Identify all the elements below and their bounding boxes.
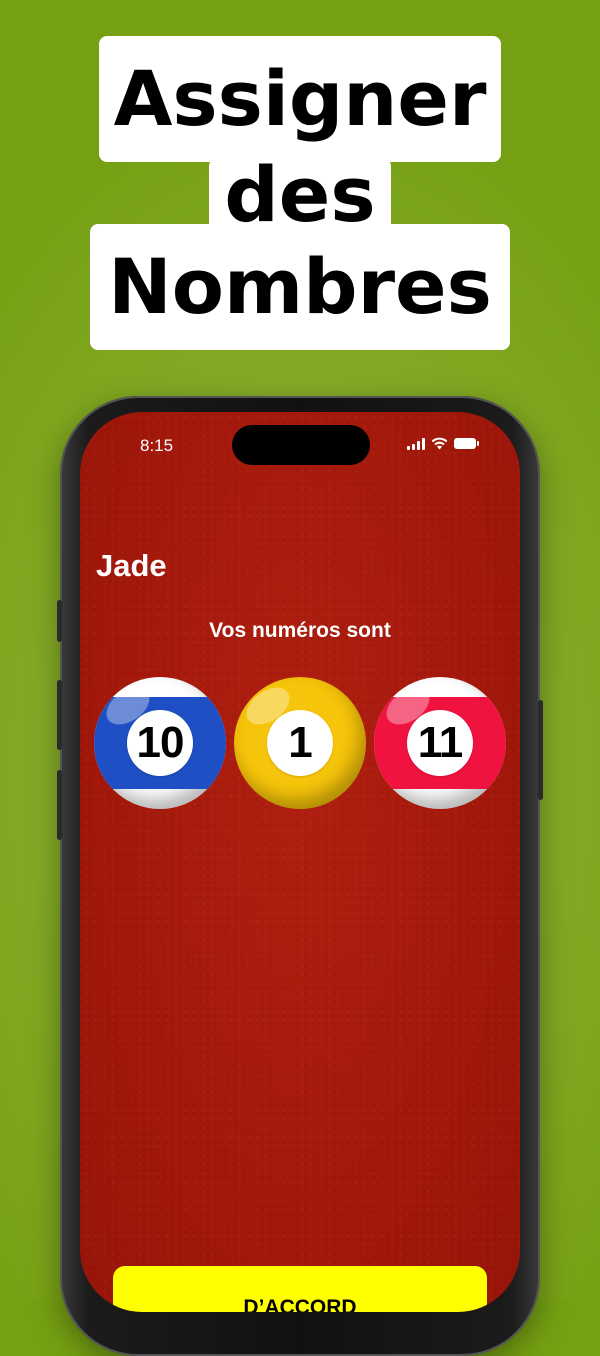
headline-line-1: Assigner [99, 36, 501, 162]
headline-line-2: des [209, 157, 391, 233]
ball-center: 1 [267, 710, 333, 776]
headline-line-3: Nombres [90, 224, 510, 350]
dynamic-island [232, 425, 370, 465]
signal-icon [407, 437, 425, 450]
ok-button[interactable]: D’ACCORD [113, 1266, 487, 1312]
status-icons [407, 437, 479, 450]
numbers-label: Vos numéros sont [209, 619, 391, 642]
volume-down-button [57, 770, 62, 840]
ball-number: 11 [417, 718, 464, 767]
action-button [57, 600, 62, 642]
billiard-ball: 1 [234, 677, 366, 809]
ball-center: 10 [127, 710, 193, 776]
power-button [538, 700, 543, 800]
balls-row: 10 1 11 [80, 677, 520, 811]
player-name: Jade [96, 548, 167, 583]
billiard-ball: 10 [94, 677, 226, 809]
wifi-icon [431, 437, 448, 450]
battery-icon [454, 438, 479, 449]
status-time: 8:15 [140, 436, 174, 455]
phone-screen: 8:15 Jade Vos numéros sont 10 1 11 D’ACC… [80, 412, 520, 1312]
volume-up-button [57, 680, 62, 750]
ball-center: 11 [407, 710, 473, 776]
billiard-ball: 11 [374, 677, 506, 809]
ball-number: 1 [288, 718, 313, 767]
ball-number: 10 [136, 718, 185, 767]
